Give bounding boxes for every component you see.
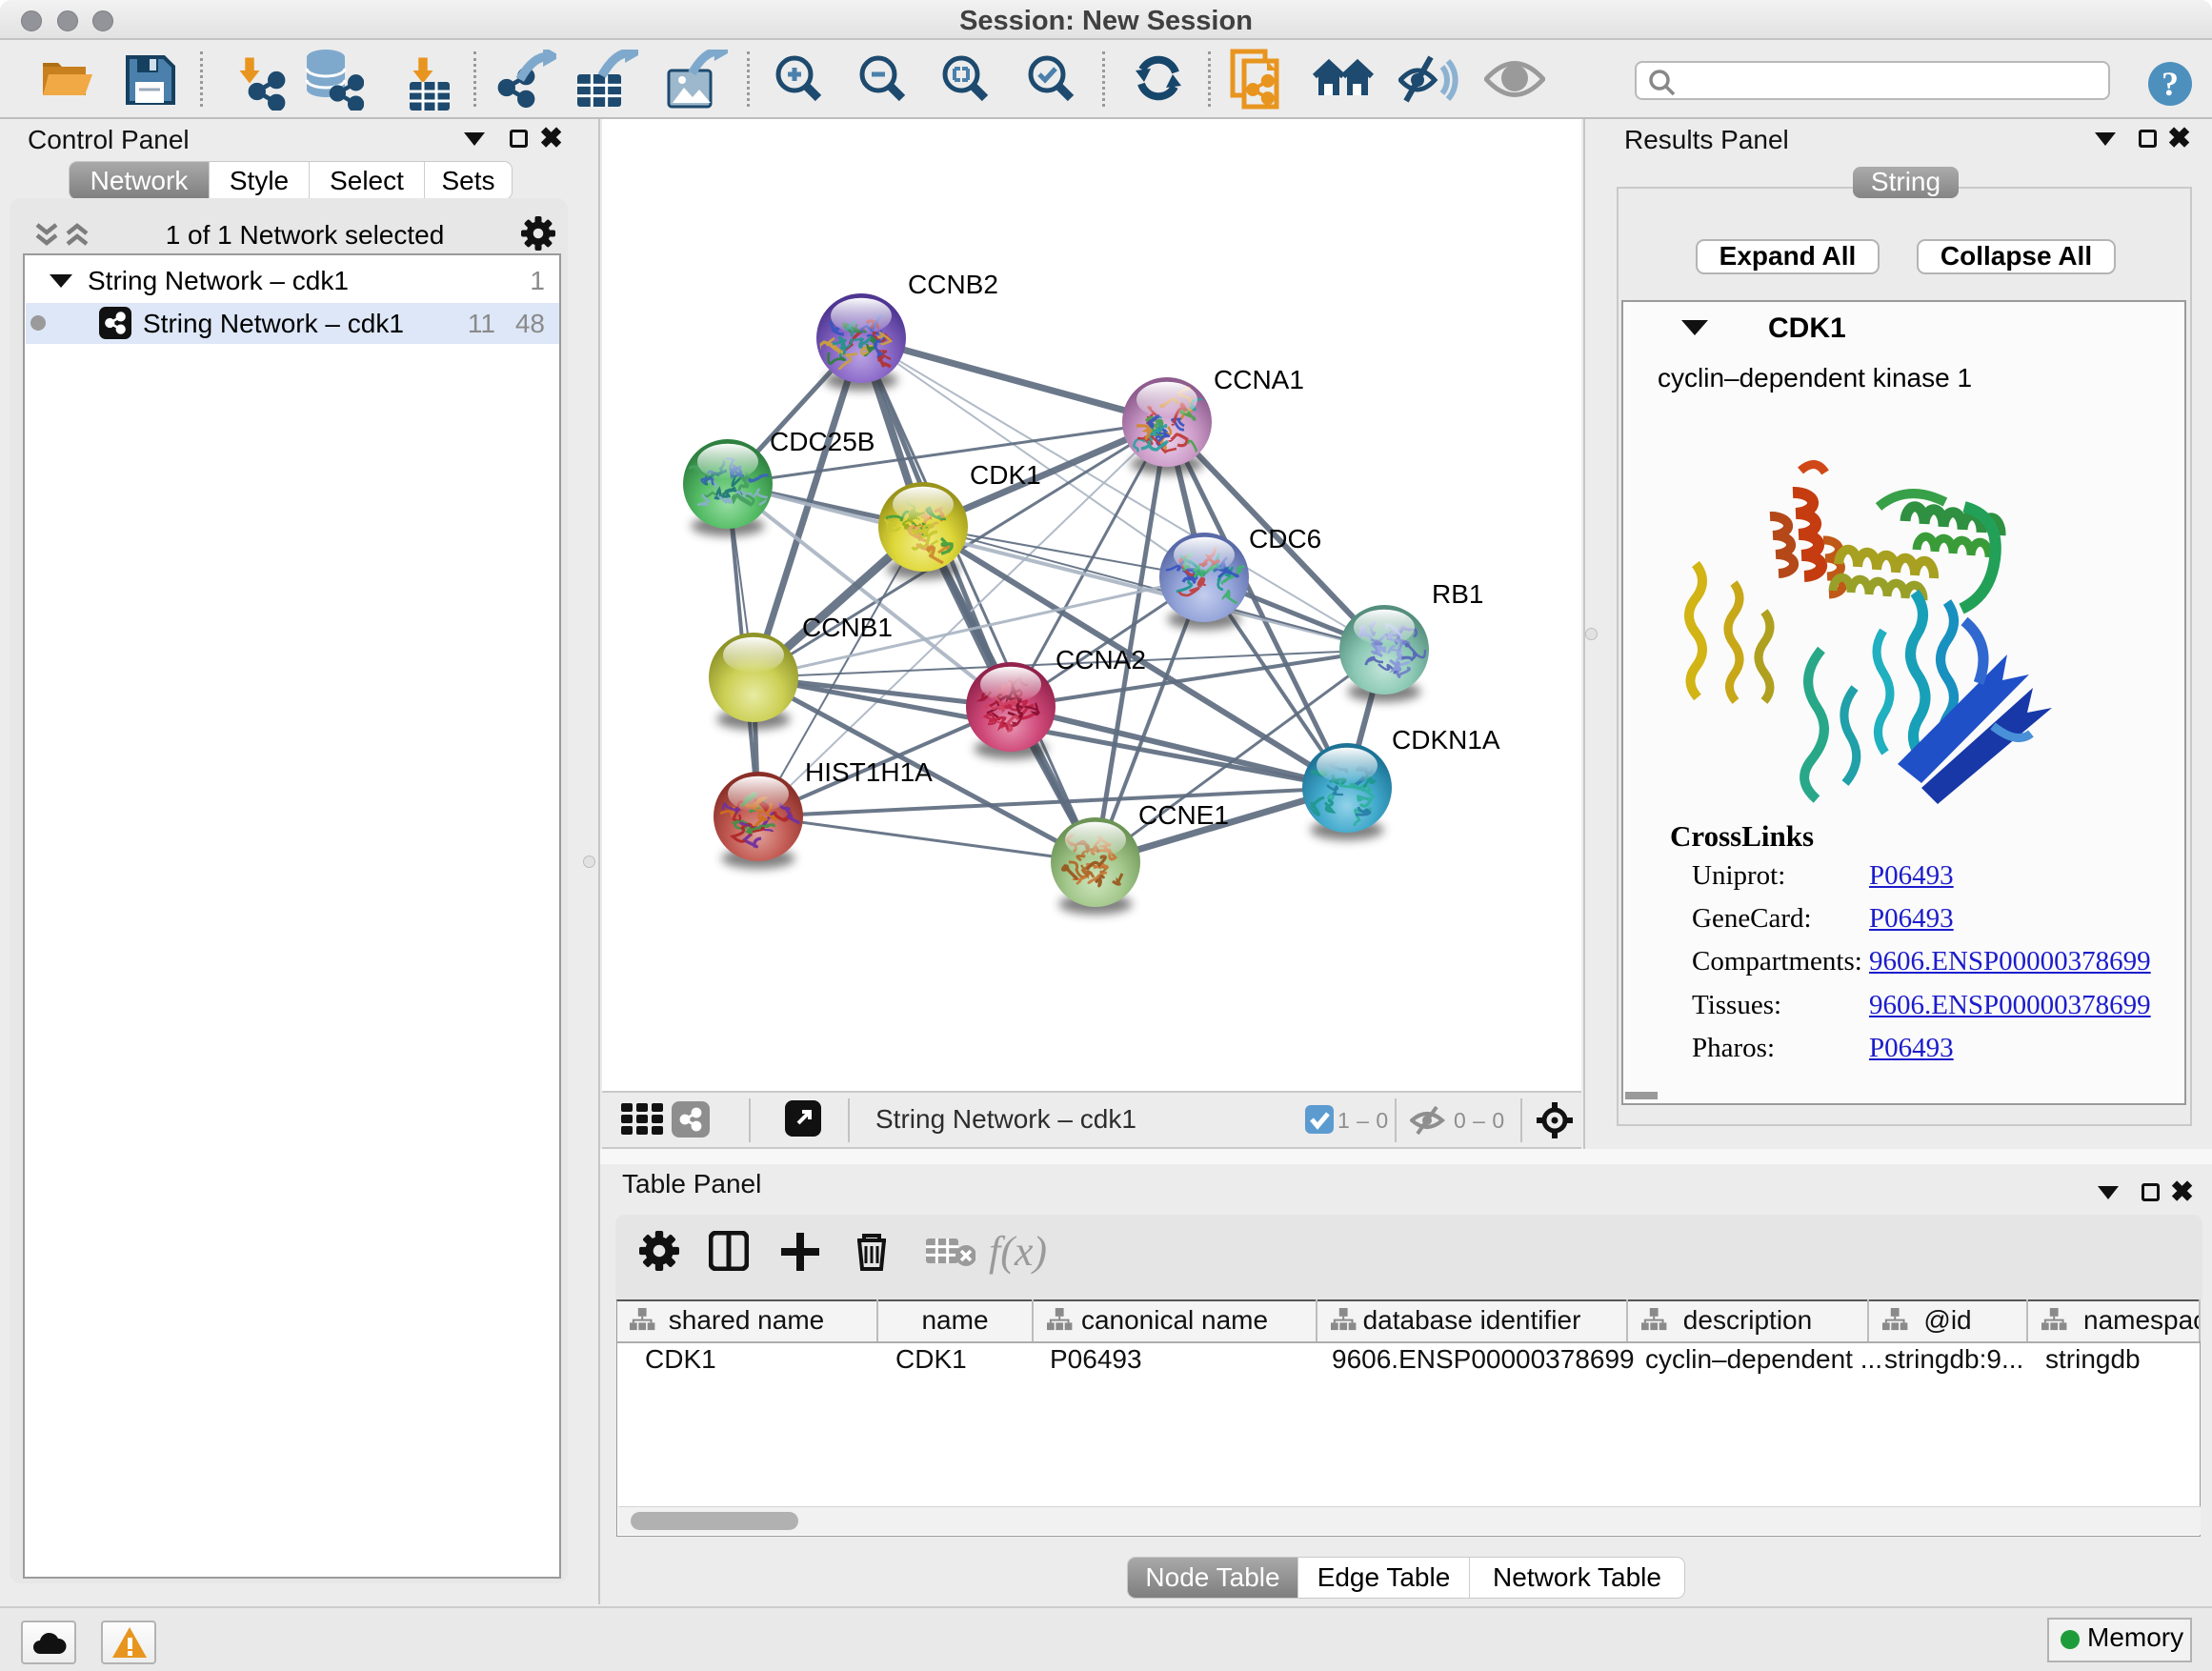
- svg-text:CDC6: CDC6: [1249, 524, 1321, 554]
- svg-text:CCNB2: CCNB2: [908, 270, 998, 299]
- svg-text:RB1: RB1: [1432, 579, 1483, 609]
- svg-text:CDC25B: CDC25B: [770, 427, 875, 456]
- svg-text:CCNA1: CCNA1: [1214, 365, 1304, 394]
- svg-text:CCNB1: CCNB1: [802, 613, 893, 642]
- svg-text:CCNE1: CCNE1: [1138, 800, 1229, 830]
- svg-text:?: ?: [2162, 65, 2179, 103]
- svg-text:CDKN1A: CDKN1A: [1392, 725, 1500, 755]
- svg-text:HIST1H1A: HIST1H1A: [805, 757, 933, 787]
- svg-text:CCNA2: CCNA2: [1056, 645, 1146, 674]
- svg-text:CDK1: CDK1: [970, 460, 1041, 490]
